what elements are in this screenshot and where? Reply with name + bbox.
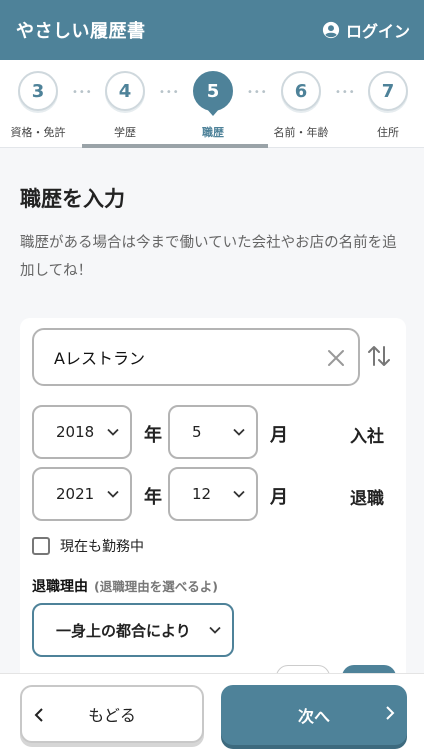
chevron-right-icon: [386, 706, 395, 720]
user-circle-icon: [322, 21, 340, 39]
start-kind-label: 入社: [350, 427, 384, 447]
end-month-select[interactable]: 12: [168, 467, 258, 521]
page-title: 職歴を入力: [20, 187, 125, 211]
login-label: ログイン: [345, 22, 410, 41]
app-title: やさしい履歴書: [16, 21, 146, 42]
step-7[interactable]: 7: [368, 71, 408, 111]
page-description: 職歴がある場合は今まで働いていた会社やお店の名前を追加してね！: [20, 235, 397, 279]
chevron-down-icon: [233, 428, 245, 436]
step-label-3: 資格・免許: [10, 126, 66, 139]
reason-hint: (退職理由を選べるよ): [94, 579, 218, 594]
currently-employed-checkbox[interactable]: 現在も勤務中: [32, 536, 144, 556]
month-unit: 月: [270, 425, 288, 446]
chevron-down-icon: [107, 428, 119, 436]
year-unit: 年: [144, 487, 162, 508]
step-label-4: 学歴: [114, 126, 136, 139]
next-label: 次へ: [297, 707, 330, 726]
end-year-select[interactable]: 2021: [32, 467, 132, 521]
chevron-down-icon: [107, 490, 119, 498]
checkbox-box[interactable]: [32, 537, 50, 555]
reorder-icon[interactable]: [366, 343, 392, 369]
login-button[interactable]: ログイン: [322, 18, 410, 42]
step-progress-bar: [82, 144, 268, 148]
chevron-down-icon: [209, 626, 221, 634]
reason-select[interactable]: 一身上の都合により: [32, 603, 234, 657]
step-separator: •••: [72, 87, 93, 98]
step-separator: •••: [335, 87, 356, 98]
step-6[interactable]: 6: [281, 71, 321, 111]
step-3[interactable]: 3: [18, 71, 58, 111]
clear-icon[interactable]: [326, 348, 346, 368]
month-unit: 月: [270, 487, 288, 508]
start-month-select[interactable]: 5: [168, 405, 258, 459]
step-label-5: 職歴: [202, 126, 224, 139]
next-button[interactable]: 次へ: [221, 685, 407, 745]
app-header: やさしい履歴書 ログイン: [0, 0, 424, 60]
step-label-6: 名前・年齢: [273, 126, 329, 139]
reason-label: 退職理由 (退職理由を選べるよ): [32, 579, 218, 595]
chevron-down-icon: [233, 490, 245, 498]
end-kind-label: 退職: [350, 489, 384, 509]
step-separator: •••: [247, 87, 268, 98]
back-button[interactable]: もどる: [20, 685, 204, 743]
back-label: もどる: [88, 706, 136, 725]
start-year-select[interactable]: 2018: [32, 405, 132, 459]
company-name-input[interactable]: [32, 328, 360, 386]
currently-employed-label: 現在も勤務中: [60, 539, 144, 555]
chevron-left-icon: [34, 708, 43, 722]
step-label-7: 住所: [377, 126, 399, 139]
step-indicator: 3 ••• 4 ••• 5 ••• 6 ••• 7 資格・免許 学歴 職歴 名前…: [0, 60, 424, 148]
year-unit: 年: [144, 425, 162, 446]
step-4[interactable]: 4: [105, 71, 145, 111]
step-separator: •••: [159, 87, 180, 98]
step-5-current[interactable]: 5: [193, 71, 233, 116]
